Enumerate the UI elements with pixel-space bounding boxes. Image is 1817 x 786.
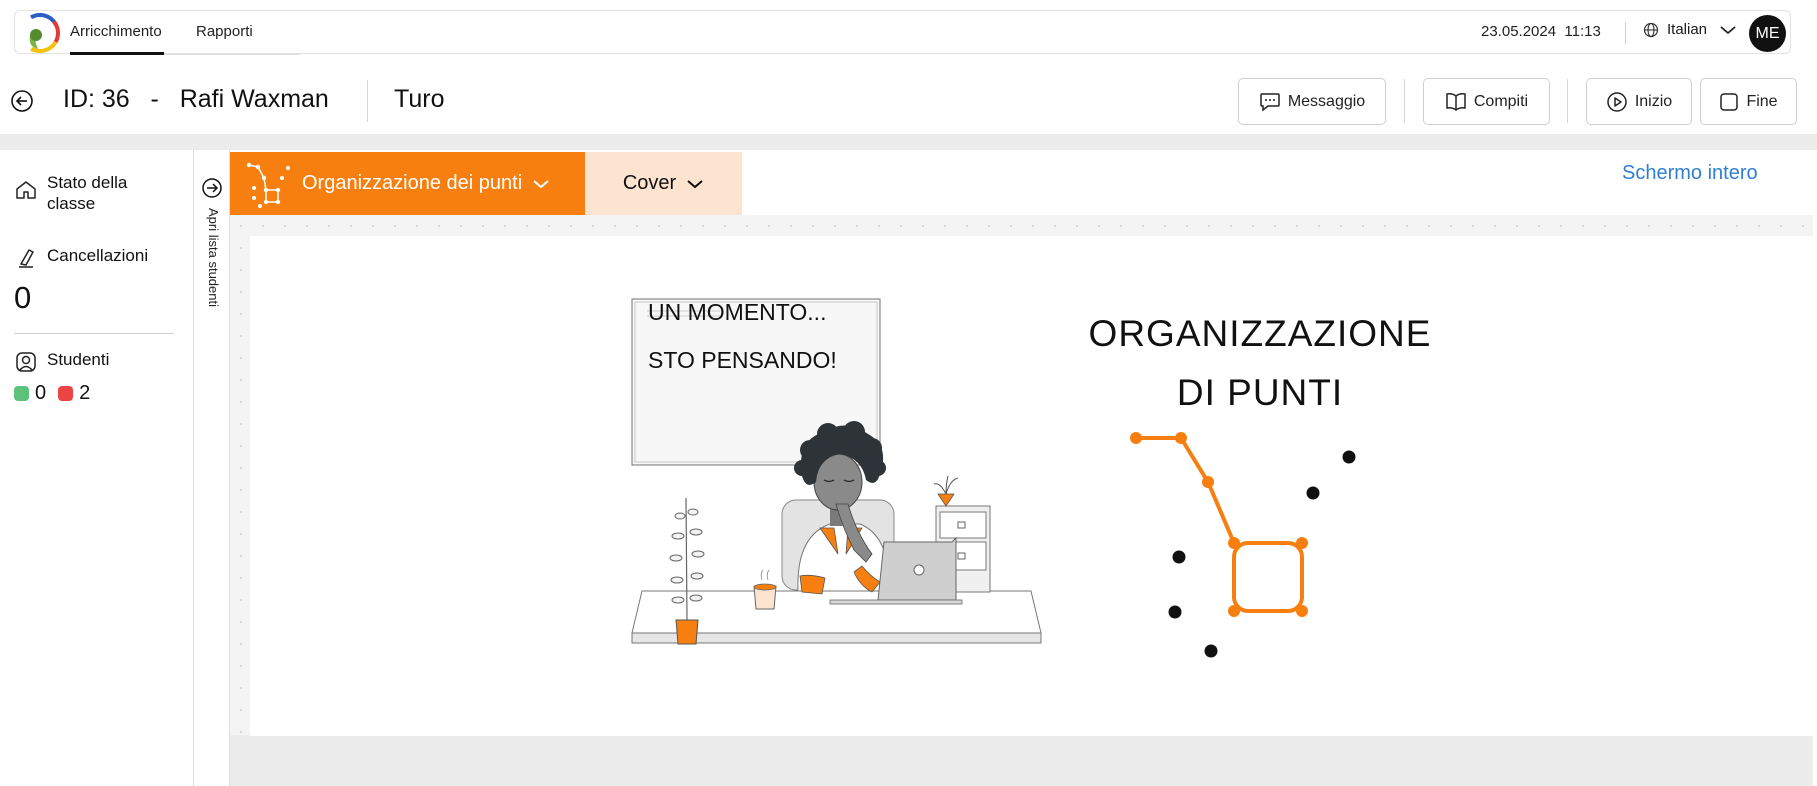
left-sidebar: Stato della classe Cancellazioni 0 Stude… xyxy=(0,150,194,786)
section-dropdown-label: Cover xyxy=(622,172,677,194)
back-arrow-icon[interactable] xyxy=(10,89,34,113)
header-divider-band xyxy=(0,134,1817,150)
session-title: ID: 36 - Rafi Waxman xyxy=(63,85,329,114)
constellation-icon xyxy=(246,162,290,208)
chat-icon xyxy=(1260,92,1280,112)
chevron-down-icon xyxy=(533,179,549,188)
students-item: Studenti xyxy=(14,350,109,374)
divider xyxy=(14,333,174,334)
current-date: 23.05.2024 xyxy=(1481,23,1557,40)
message-button-label: Messaggio xyxy=(1287,92,1366,110)
students-label: Studenti xyxy=(47,350,110,369)
end-button-label: Fine xyxy=(1746,92,1778,110)
chevron-down-icon xyxy=(687,179,703,188)
app-logo-icon xyxy=(20,13,60,53)
eraser-icon xyxy=(19,249,34,268)
book-icon xyxy=(1446,92,1466,111)
students-counts: 0 2 xyxy=(14,382,90,405)
language-label: Italian xyxy=(1667,21,1708,38)
activity-dropdown-label: Organizzazione dei punti xyxy=(302,172,523,194)
globe-icon xyxy=(1643,22,1659,37)
title-separator: - xyxy=(150,85,159,113)
arrow-right-circle-icon[interactable] xyxy=(201,177,223,199)
divider xyxy=(1625,22,1626,44)
current-time: 11:13 xyxy=(1564,23,1601,40)
class-status-item[interactable]: Stato della classe xyxy=(14,172,174,214)
play-circle-icon xyxy=(1607,91,1627,112)
class-status-label: Stato della classe xyxy=(47,173,128,213)
student-name: Rafi Waxman xyxy=(179,85,329,113)
students-online-count: 0 xyxy=(35,382,47,404)
offline-status-dot xyxy=(58,386,74,401)
slide-title: ORGANIZZAZIONE DI PUNTI xyxy=(1030,304,1490,422)
thought-line-2: STO PENSANDO! xyxy=(648,347,837,373)
slide-cover: UN MOMENTO... STO PENSANDO! ORGANIZZAZIO… xyxy=(250,236,1813,736)
tab-rapporti[interactable]: Rapporti xyxy=(196,23,253,40)
start-button[interactable]: Inizio xyxy=(1586,78,1692,125)
activity-dropdown[interactable]: Organizzazione dei punti xyxy=(230,152,585,215)
session-type: Turo xyxy=(394,85,445,113)
active-tab-indicator xyxy=(70,52,164,55)
divider xyxy=(1567,79,1568,123)
student-list-drawer[interactable]: Apri lista studenti xyxy=(194,150,230,786)
divider xyxy=(1404,79,1405,123)
home-icon xyxy=(16,181,36,199)
session-id: ID: 36 xyxy=(63,85,130,113)
top-navigation-bar: Arricchimento Rapporti 23.05.2024 11:13 … xyxy=(14,10,1791,55)
end-button[interactable]: Fine xyxy=(1700,78,1797,125)
tasks-button-label: Compiti xyxy=(1473,92,1529,110)
message-button[interactable]: Messaggio xyxy=(1238,78,1386,125)
user-avatar[interactable]: ME xyxy=(1749,15,1786,52)
online-status-dot xyxy=(14,386,29,401)
cancellations-label: Cancellazioni xyxy=(47,246,149,265)
slide-title-line-2: DI PUNTI xyxy=(1176,372,1344,413)
current-datetime: 23.05.2024 11:13 xyxy=(1481,23,1601,40)
slide-title-line-1: ORGANIZZAZIONE xyxy=(1088,313,1432,354)
section-dropdown[interactable]: Cover xyxy=(585,152,742,215)
start-button-label: Inizio xyxy=(1634,92,1673,110)
open-student-list-label[interactable]: Apri lista studenti xyxy=(206,208,221,307)
thought-bubble-text: UN MOMENTO... STO PENSANDO! xyxy=(648,288,837,384)
cancellations-item: Cancellazioni xyxy=(14,246,148,270)
tasks-button[interactable]: Compiti xyxy=(1423,78,1550,125)
language-selector[interactable]: Italian xyxy=(1643,21,1737,38)
tab-arricchimento[interactable]: Arricchimento xyxy=(70,23,162,40)
user-icon xyxy=(16,352,36,372)
divider xyxy=(367,80,368,122)
students-offline-count: 2 xyxy=(79,382,91,404)
activity-area: Organizzazione dei punti Cover Schermo i… xyxy=(230,150,1813,786)
checkbox-icon xyxy=(1720,92,1739,111)
canvas-footer xyxy=(230,735,1813,786)
fullscreen-link[interactable]: Schermo intero xyxy=(1622,162,1758,185)
cancellations-count: 0 xyxy=(14,280,32,315)
thought-line-1: UN MOMENTO... xyxy=(648,299,827,325)
chevron-down-icon xyxy=(1720,25,1736,34)
tab-baseline xyxy=(164,54,300,55)
